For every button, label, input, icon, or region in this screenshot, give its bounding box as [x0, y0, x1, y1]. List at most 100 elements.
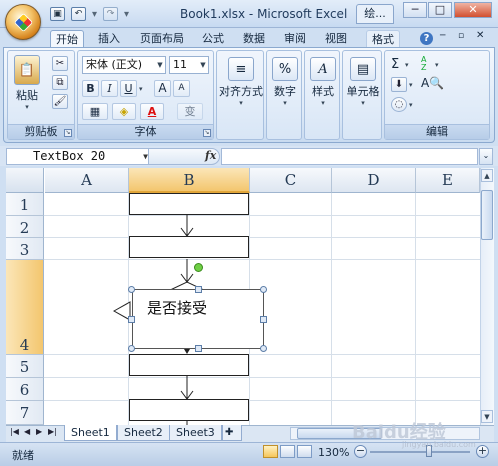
help-icon[interactable]: ?: [420, 32, 433, 45]
shrink-font-button[interactable]: A: [173, 80, 190, 97]
styles-button[interactable]: A 样式 ▾: [307, 57, 339, 107]
undo-icon[interactable]: ↶: [71, 7, 86, 21]
bold-button[interactable]: B: [82, 80, 99, 97]
font-name-select[interactable]: 宋体 (正文) ▼: [82, 56, 166, 74]
prev-sheet-button[interactable]: ◀: [24, 427, 30, 436]
phonetic-button[interactable]: 变: [177, 103, 203, 120]
paste-button[interactable]: 📋 粘贴 ▾: [12, 55, 42, 111]
textbox-20[interactable]: 是否接受: [132, 289, 264, 349]
row-header-4[interactable]: 4: [6, 260, 44, 355]
fill-icon[interactable]: ⬇: [391, 77, 407, 92]
normal-view-icon[interactable]: [263, 445, 278, 458]
copy-icon[interactable]: ⧉: [52, 75, 68, 90]
autosum-dropdown-icon[interactable]: ▾: [405, 61, 409, 69]
undo-dropdown-icon[interactable]: ▾: [92, 9, 97, 20]
zoom-level[interactable]: 130%: [318, 446, 349, 459]
rotate-handle-icon[interactable]: [194, 263, 203, 272]
expand-formula-bar-icon[interactable]: ⌄: [479, 148, 493, 165]
formula-input[interactable]: [221, 148, 478, 165]
resize-handle-l[interactable]: [128, 316, 135, 323]
row-header-6[interactable]: 6: [6, 378, 44, 401]
row-header-2[interactable]: 2: [6, 216, 44, 238]
underline-dropdown-icon[interactable]: ▾: [139, 85, 143, 93]
tab-data[interactable]: 数据: [238, 30, 270, 48]
office-button[interactable]: [5, 4, 41, 40]
vertical-scroll-thumb[interactable]: [481, 190, 493, 240]
italic-button[interactable]: I: [101, 80, 118, 97]
ribbon-restore-icon[interactable]: ▫: [458, 31, 464, 41]
next-sheet-button[interactable]: ▶: [36, 427, 42, 436]
borders-button[interactable]: ▦: [82, 103, 108, 120]
cells-button[interactable]: ▤ 单元格 ▾: [344, 57, 382, 107]
zoom-slider[interactable]: [370, 451, 470, 453]
clear-icon[interactable]: ◌: [391, 97, 407, 112]
tab-format[interactable]: 格式: [366, 30, 400, 48]
page-break-view-icon[interactable]: [297, 445, 312, 458]
underline-button[interactable]: U: [120, 80, 137, 97]
row-header-7[interactable]: 7: [6, 401, 44, 425]
tab-review[interactable]: 审阅: [279, 30, 311, 48]
find-select-icon[interactable]: A🔍: [421, 76, 444, 90]
save-icon[interactable]: ▣: [50, 7, 65, 21]
first-sheet-button[interactable]: |◀: [10, 427, 19, 436]
insert-function-button[interactable]: fx: [205, 149, 216, 162]
row-header-3[interactable]: 3: [6, 238, 44, 260]
process-box-2[interactable]: [129, 236, 249, 258]
sheet-tab-1[interactable]: Sheet1: [64, 425, 117, 441]
page-layout-view-icon[interactable]: [280, 445, 295, 458]
customize-qat-icon[interactable]: ▾: [124, 9, 129, 20]
font-dialog-launcher[interactable]: ↘: [203, 129, 211, 137]
column-header-b[interactable]: B: [129, 168, 250, 193]
tab-page-layout[interactable]: 页面布局: [134, 30, 190, 48]
number-button[interactable]: % 数字 ▾: [269, 57, 301, 107]
tab-home[interactable]: 开始: [50, 30, 84, 48]
resize-handle-t[interactable]: [195, 286, 202, 293]
alignment-button[interactable]: ≡ 对齐方式 ▾: [218, 57, 264, 107]
sheet-tab-2[interactable]: Sheet2: [117, 425, 170, 441]
select-all-corner[interactable]: [6, 168, 44, 193]
resize-handle-bl[interactable]: [128, 345, 135, 352]
tab-insert[interactable]: 插入: [91, 30, 127, 48]
row-header-5[interactable]: 5: [6, 355, 44, 378]
sort-dropdown-icon[interactable]: ▾: [435, 61, 439, 69]
resize-handle-tr[interactable]: [260, 286, 267, 293]
column-header-d[interactable]: D: [332, 168, 416, 193]
maximize-button[interactable]: □: [428, 2, 452, 18]
paste-dropdown-icon[interactable]: ▾: [12, 103, 42, 111]
scroll-up-icon[interactable]: ▲: [481, 169, 493, 182]
column-header-c[interactable]: C: [250, 168, 332, 193]
row-header-1[interactable]: 1: [6, 193, 44, 216]
font-size-select[interactable]: 11 ▼: [169, 56, 209, 74]
process-box-3[interactable]: [129, 354, 249, 376]
tab-view[interactable]: 视图: [320, 30, 352, 48]
fill-color-button[interactable]: ◈: [112, 103, 136, 120]
fill-dropdown-icon[interactable]: ▾: [409, 81, 413, 89]
grow-font-button[interactable]: A: [154, 80, 171, 97]
resize-handle-br[interactable]: [260, 345, 267, 352]
taskbar-drawing-tab[interactable]: 绘...: [356, 4, 394, 24]
sheet-tab-3[interactable]: Sheet3: [169, 425, 222, 441]
column-header-a[interactable]: A: [45, 168, 129, 193]
cut-icon[interactable]: ✂: [52, 56, 68, 71]
last-sheet-button[interactable]: ▶|: [48, 427, 57, 436]
redo-icon[interactable]: ↷: [103, 7, 119, 21]
tab-formulas[interactable]: 公式: [197, 30, 229, 48]
font-color-button[interactable]: A: [140, 103, 164, 120]
ribbon-minimize-icon[interactable]: ─: [440, 31, 445, 41]
autosum-icon[interactable]: Σ: [391, 57, 399, 72]
scroll-down-icon[interactable]: ▼: [481, 410, 493, 423]
name-box[interactable]: TextBox 20 ▼: [6, 148, 152, 165]
resize-handle-b[interactable]: [195, 345, 202, 352]
sort-filter-icon[interactable]: A Z: [421, 56, 433, 72]
resize-handle-tl[interactable]: [128, 286, 135, 293]
resize-handle-r[interactable]: [260, 316, 267, 323]
process-box-4[interactable]: [129, 399, 249, 421]
ribbon-close-icon[interactable]: ✕: [476, 30, 484, 41]
process-box-1[interactable]: [129, 193, 249, 215]
minimize-button[interactable]: ─: [403, 2, 427, 18]
column-header-e[interactable]: E: [416, 168, 480, 193]
format-painter-icon[interactable]: 🖌: [52, 94, 68, 109]
close-button[interactable]: ✕: [454, 2, 492, 18]
zoom-in-button[interactable]: +: [476, 445, 489, 458]
clipboard-dialog-launcher[interactable]: ↘: [64, 129, 72, 137]
